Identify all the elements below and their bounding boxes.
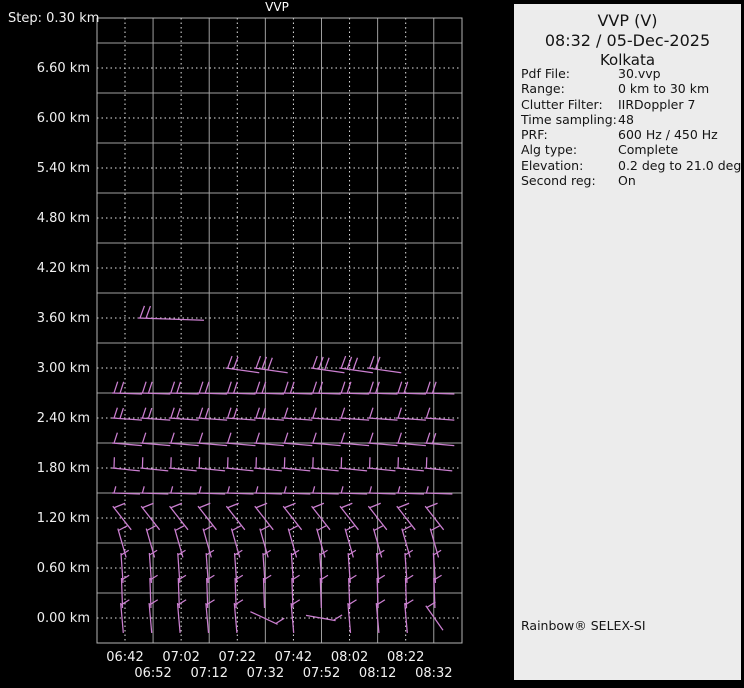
info-value: 0 km to 30 km	[618, 81, 710, 97]
y-axis-label: 3.60 km	[36, 311, 90, 326]
info-label: Pdf File:	[521, 66, 570, 81]
info-value: 30.vvp	[618, 66, 661, 81]
info-label: Alg type:	[521, 142, 578, 158]
y-axis-label: 1.80 km	[36, 461, 90, 476]
info-row: Pdf File: 30.vvp	[521, 66, 739, 81]
info-label: Time sampling:	[521, 111, 617, 127]
info-label: Range:	[521, 81, 565, 97]
x-axis-label: 07:12	[190, 666, 228, 681]
x-axis-label: 07:02	[162, 650, 200, 665]
x-axis-label: 07:52	[302, 666, 341, 681]
panel-datetime: 08:32 / 05-Dec-2025	[544, 31, 711, 50]
plot-title: VVP	[265, 0, 289, 14]
info-value: 0.2 deg to 21.0 deg	[618, 157, 742, 173]
y-axis-label: 5.40 km	[36, 161, 90, 176]
info-value: 600 Hz / 450 Hz	[618, 127, 718, 143]
info-row: Second reg: On	[521, 173, 739, 188]
panel-title: VVP (V)	[597, 11, 658, 30]
y-axis-label: 0.60 km	[36, 561, 90, 576]
info-row: PRF: 600 Hz / 450 Hz	[521, 127, 739, 142]
info-label: PRF:	[521, 127, 548, 143]
x-axis-label: 07:32	[246, 666, 285, 681]
y-axis-label: 2.40 km	[36, 411, 90, 426]
brand-footer: Rainbow® SELEX-SI	[521, 618, 646, 633]
info-row: Elevation: 0.2 deg to 21.0 deg	[521, 157, 742, 173]
vvp-window: VVP Step: 0.30 km 6.60 km 6.00 km 5.40 km 4…	[0, 0, 744, 688]
info-label: Elevation:	[521, 157, 584, 173]
x-axis-label: 06:42	[106, 650, 144, 665]
x-axis-label: 08:02	[330, 650, 369, 665]
info-rows: Pdf File: 30.vvp Range: 0 km to 30 km Cl…	[521, 66, 742, 188]
wind-profile-plot	[96, 17, 463, 644]
x-axis-label: 08:32	[415, 666, 453, 681]
y-axis-label: 6.60 km	[36, 61, 90, 76]
info-value: Complete	[618, 142, 679, 158]
y-axis-label: 6.00 km	[36, 111, 90, 126]
x-axis-label: 08:22	[386, 650, 425, 665]
info-label: Clutter Filter:	[521, 96, 603, 112]
info-label: Second reg:	[521, 173, 596, 189]
wind-barbs	[111, 305, 455, 633]
info-value: 48	[618, 111, 634, 127]
x-axis-label: 07:42	[274, 650, 313, 665]
info-value: IIRDoppler 7	[618, 96, 696, 112]
info-row: Range: 0 km to 30 km	[521, 81, 739, 96]
y-axis-label: 4.80 km	[36, 211, 90, 226]
info-value: On	[618, 173, 636, 189]
x-axis-label: 08:12	[358, 666, 397, 681]
info-panel: VVP (V) 08:32 / 05-Dec-2025 Kolkata Pdf …	[514, 4, 741, 680]
y-axis-label: 3.00 km	[36, 361, 90, 376]
step-label: Step: 0.30 km	[8, 11, 100, 26]
y-axis-label: 4.20 km	[36, 261, 90, 276]
info-row: Time sampling: 48	[521, 112, 739, 127]
x-axis-label: 07:22	[218, 650, 256, 665]
y-axis-label: 1.20 km	[36, 511, 90, 526]
info-row: Clutter Filter: IIRDoppler 7	[521, 97, 739, 112]
x-axis-label: 06:52	[134, 666, 172, 681]
info-row: Alg type: Complete	[521, 142, 739, 157]
y-axis-label: 0.00 km	[36, 611, 90, 626]
